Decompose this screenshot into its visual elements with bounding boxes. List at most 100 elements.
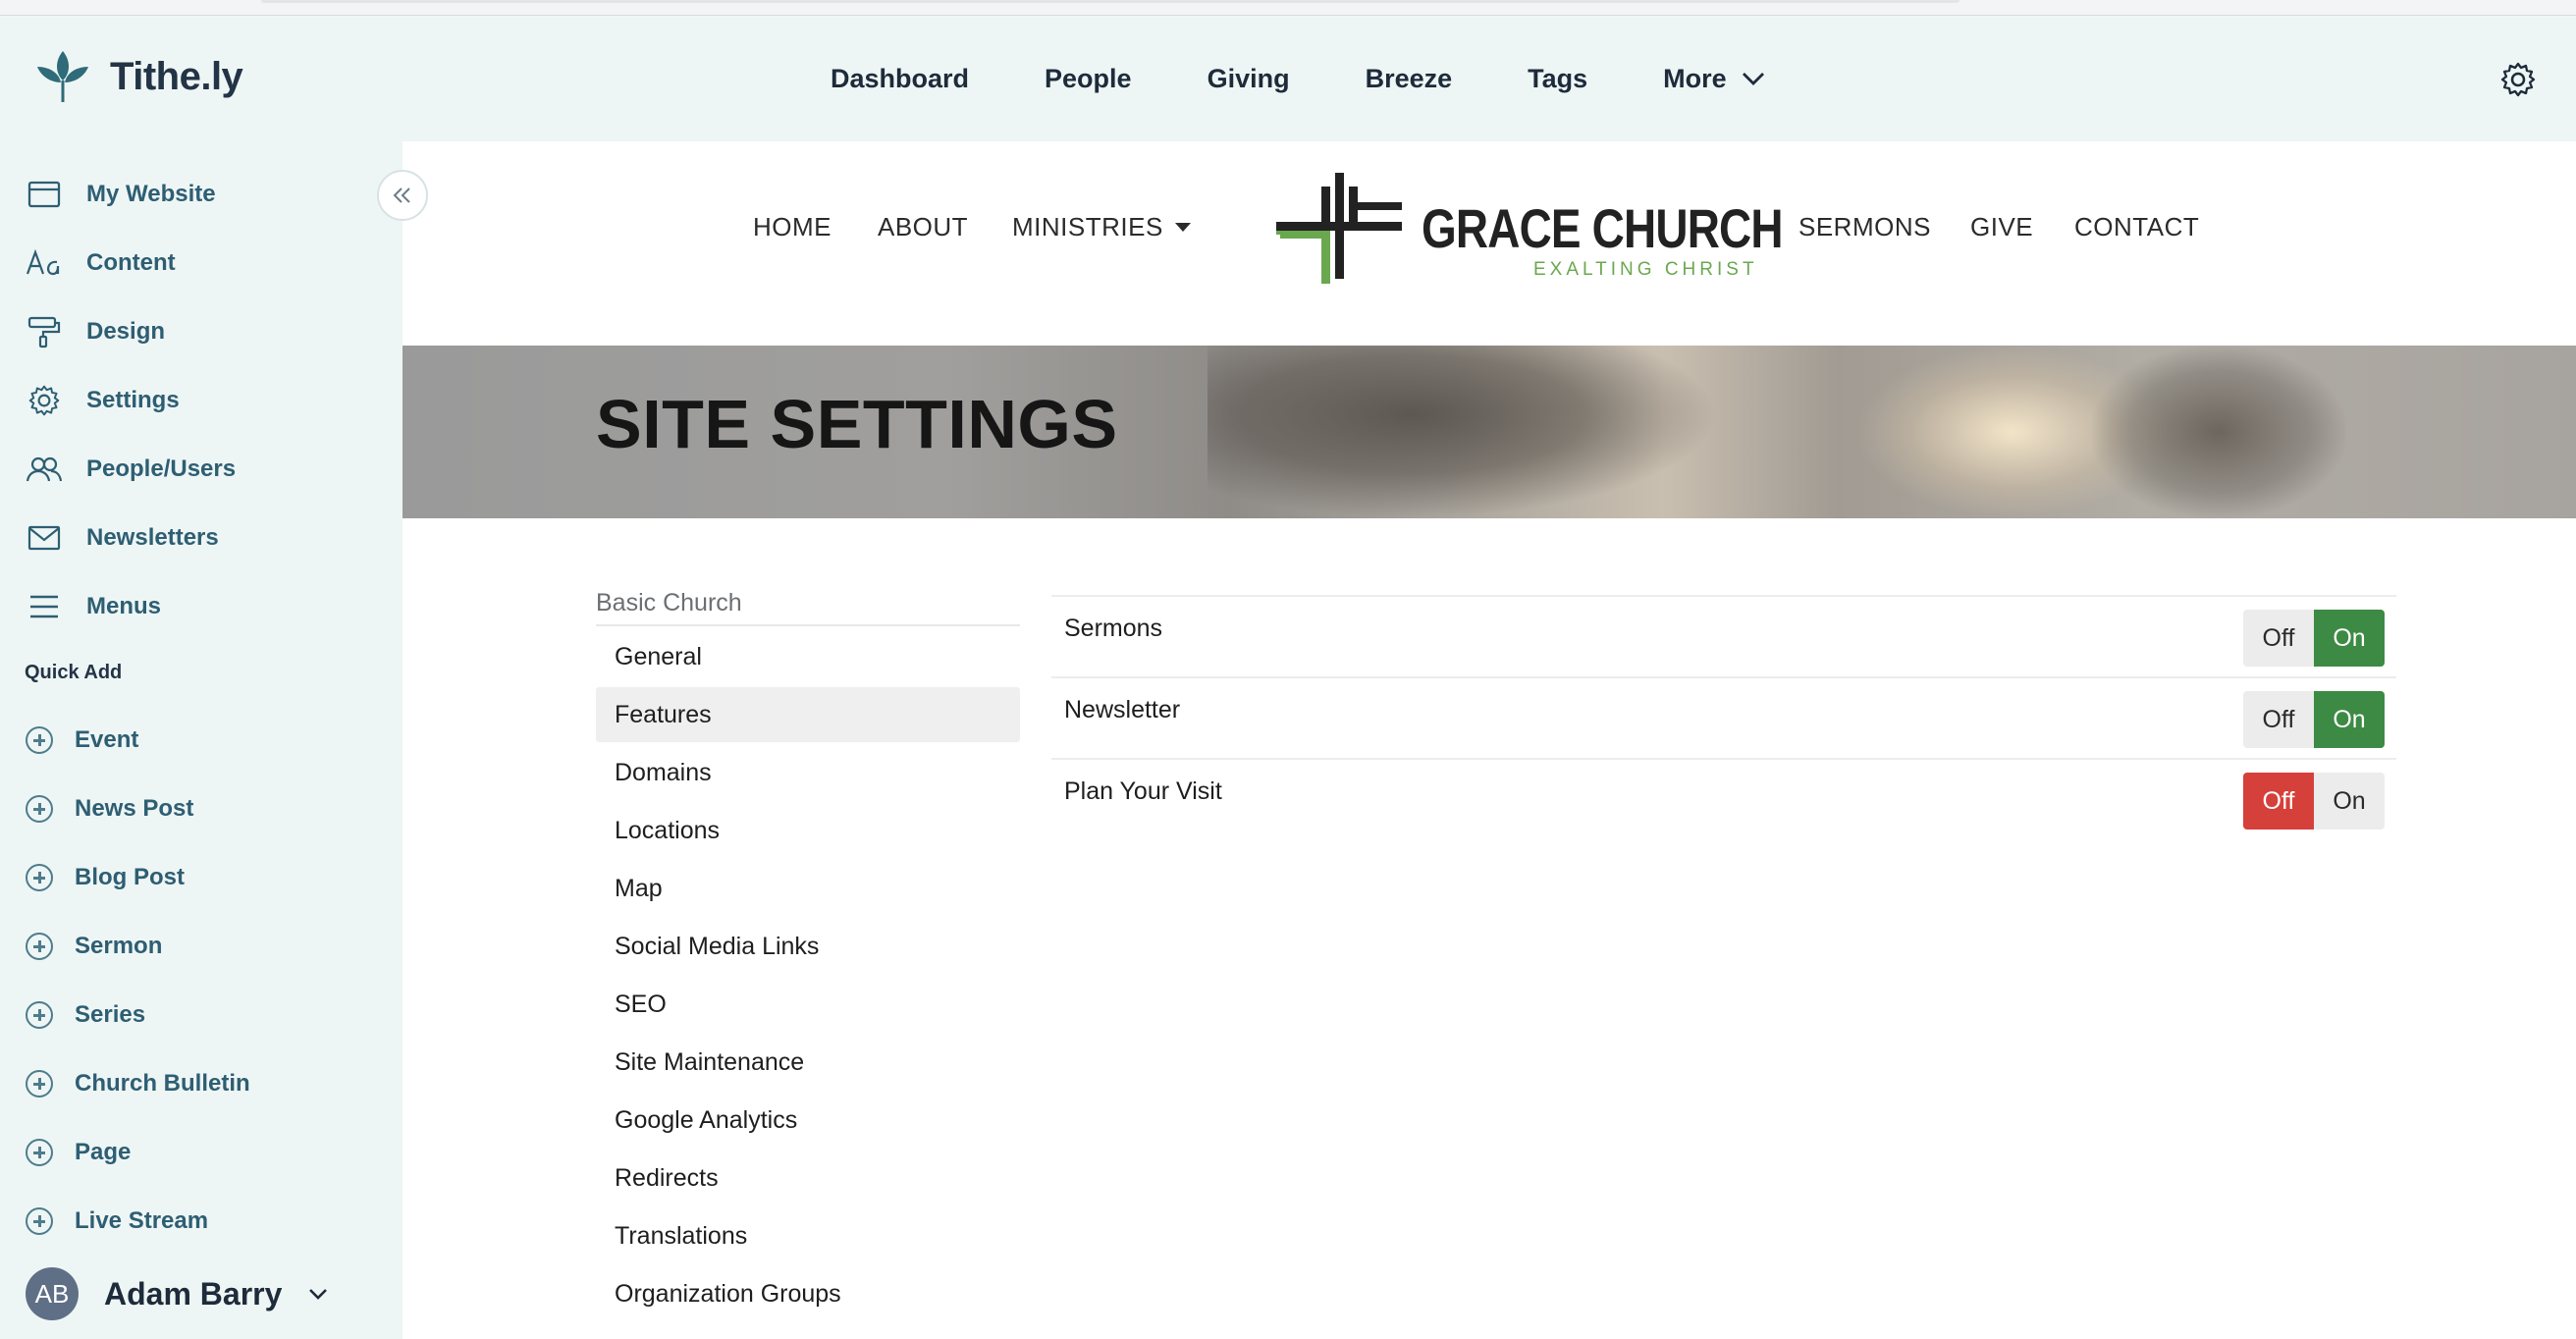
- settings-nav-google-analytics[interactable]: Google Analytics: [596, 1093, 1020, 1148]
- sidebar-item-label: Design: [86, 318, 166, 345]
- plan-your-visit-off-button[interactable]: Off: [2243, 773, 2314, 830]
- feature-row-sermons: Sermons Off On: [1051, 595, 2396, 676]
- users-icon: [26, 451, 63, 488]
- sidebar-item-my-website[interactable]: My Website: [26, 173, 216, 216]
- settings-nav-seo[interactable]: SEO: [596, 977, 1020, 1032]
- cross-logo-icon: [1276, 173, 1402, 284]
- sidebar-item-label: My Website: [86, 181, 216, 207]
- sidebar-item-settings[interactable]: Settings: [26, 379, 180, 422]
- plus-circle-icon: [26, 864, 53, 891]
- settings-nav-site-maintenance[interactable]: Site Maintenance: [596, 1035, 1020, 1090]
- chevron-down-icon: [309, 1289, 328, 1300]
- quick-add-news-post[interactable]: News Post: [26, 787, 193, 830]
- quick-add-heading: Quick Add: [25, 662, 123, 683]
- settings-nav: Basic Church General Features Domains Lo…: [596, 589, 1020, 1321]
- settings-nav-general[interactable]: General: [596, 629, 1020, 684]
- site-nav-about[interactable]: ABOUT: [878, 212, 968, 242]
- quick-add-church-bulletin[interactable]: Church Bulletin: [26, 1062, 250, 1105]
- plus-circle-icon: [26, 1207, 53, 1235]
- top-app-bar: Tithe.ly Dashboard People Giving Breeze …: [0, 16, 2576, 141]
- plan-your-visit-on-button[interactable]: On: [2314, 773, 2385, 830]
- settings-nav-redirects[interactable]: Redirects: [596, 1151, 1020, 1205]
- sidebar-item-label: Menus: [86, 593, 162, 619]
- site-nav-ministries[interactable]: MINISTRIES: [1012, 212, 1191, 242]
- brand-title: GRACE CHURCH: [1422, 197, 1784, 259]
- sidebar-item-label: Newsletters: [86, 524, 219, 551]
- settings-group-title: Basic Church: [596, 589, 1020, 626]
- quick-add-label: Church Bulletin: [75, 1070, 250, 1097]
- newsletter-off-button[interactable]: Off: [2243, 691, 2314, 748]
- sermons-on-button[interactable]: On: [2314, 610, 2385, 667]
- plus-circle-icon: [26, 726, 53, 754]
- settings-nav-organization-groups[interactable]: Organization Groups: [596, 1266, 1020, 1321]
- browser-tab-strip: [261, 0, 1959, 3]
- quick-add-series[interactable]: Series: [26, 993, 145, 1037]
- leaf-logo-icon: [37, 51, 88, 102]
- site-nav-contact[interactable]: CONTACT: [2074, 212, 2199, 242]
- sidebar-item-people-users[interactable]: People/Users: [26, 448, 236, 491]
- plus-circle-icon: [26, 1001, 53, 1029]
- quick-add-label: Event: [75, 726, 139, 753]
- plus-circle-icon: [26, 1139, 53, 1166]
- quick-add-live-stream[interactable]: Live Stream: [26, 1200, 208, 1243]
- site-preview: HOME ABOUT MINISTRIES GRACE CHURCH EXALT…: [402, 141, 2576, 1339]
- gear-icon: [26, 382, 63, 419]
- caret-down-icon: [1174, 222, 1191, 232]
- feature-label: Plan Your Visit: [1064, 777, 1222, 805]
- hamburger-menu-icon: [26, 588, 63, 625]
- plan-your-visit-toggle: Off On: [2243, 773, 2385, 830]
- sidebar-item-menus[interactable]: Menus: [26, 585, 161, 628]
- plus-circle-icon: [26, 933, 53, 960]
- nav-more[interactable]: More: [1663, 64, 1766, 94]
- nav-dashboard[interactable]: Dashboard: [831, 64, 969, 94]
- sidebar: My Website Content Design Settings Peopl…: [0, 141, 402, 1339]
- sermons-toggle: Off On: [2243, 610, 2385, 667]
- nav-giving[interactable]: Giving: [1208, 64, 1290, 94]
- newsletter-on-button[interactable]: On: [2314, 691, 2385, 748]
- main-nav: Dashboard People Giving Breeze Tags More: [831, 16, 1842, 141]
- quick-add-page[interactable]: Page: [26, 1131, 131, 1174]
- chevrons-left-icon: [393, 187, 410, 203]
- plus-circle-icon: [26, 795, 53, 823]
- user-name: Adam Barry: [104, 1275, 283, 1312]
- nav-more-label: More: [1663, 63, 1727, 93]
- settings-nav-features[interactable]: Features: [596, 687, 1020, 742]
- site-nav-ministries-label: MINISTRIES: [1012, 212, 1163, 241]
- sidebar-item-label: People/Users: [86, 455, 237, 482]
- settings-nav-domains[interactable]: Domains: [596, 745, 1020, 800]
- grace-church-logo[interactable]: GRACE CHURCH EXALTING CHRIST: [1276, 171, 1784, 298]
- feature-row-plan-your-visit: Plan Your Visit Off On: [1051, 758, 2396, 839]
- user-menu[interactable]: AB Adam Barry: [26, 1266, 329, 1321]
- feature-label: Sermons: [1064, 615, 1163, 642]
- site-nav-give[interactable]: GIVE: [1970, 212, 2033, 242]
- settings-nav-social-media-links[interactable]: Social Media Links: [596, 919, 1020, 974]
- sidebar-item-content[interactable]: Content: [26, 241, 176, 285]
- settings-nav-map[interactable]: Map: [596, 861, 1020, 916]
- quick-add-label: Sermon: [75, 933, 163, 959]
- nav-people[interactable]: People: [1045, 64, 1132, 94]
- quick-add-sermon[interactable]: Sermon: [26, 925, 162, 968]
- quick-add-event[interactable]: Event: [26, 719, 138, 762]
- plus-circle-icon: [26, 1070, 53, 1098]
- site-nav-home[interactable]: HOME: [753, 212, 832, 242]
- sidebar-item-label: Content: [86, 249, 176, 276]
- feature-label: Newsletter: [1064, 696, 1181, 723]
- hero-photo-shadow: [1208, 346, 1718, 518]
- quick-add-blog-post[interactable]: Blog Post: [26, 856, 185, 899]
- tithely-logo[interactable]: Tithe.ly: [33, 45, 243, 108]
- quick-add-label: Live Stream: [75, 1207, 209, 1234]
- newsletter-toggle: Off On: [2243, 691, 2385, 748]
- collapse-sidebar-button[interactable]: [377, 170, 428, 221]
- nav-breeze[interactable]: Breeze: [1366, 64, 1453, 94]
- settings-nav-locations[interactable]: Locations: [596, 803, 1020, 858]
- sidebar-item-design[interactable]: Design: [26, 310, 165, 353]
- settings-nav-translations[interactable]: Translations: [596, 1208, 1020, 1263]
- sermons-off-button[interactable]: Off: [2243, 610, 2314, 667]
- site-header: HOME ABOUT MINISTRIES GRACE CHURCH EXALT…: [402, 141, 2576, 346]
- page-title: SITE SETTINGS: [596, 386, 1118, 462]
- site-nav-sermons[interactable]: SERMONS: [1798, 212, 1931, 242]
- sidebar-item-newsletters[interactable]: Newsletters: [26, 516, 219, 560]
- nav-tags[interactable]: Tags: [1528, 64, 1587, 94]
- chevron-down-icon: [1742, 73, 1764, 85]
- settings-gear-icon[interactable]: [2499, 61, 2537, 98]
